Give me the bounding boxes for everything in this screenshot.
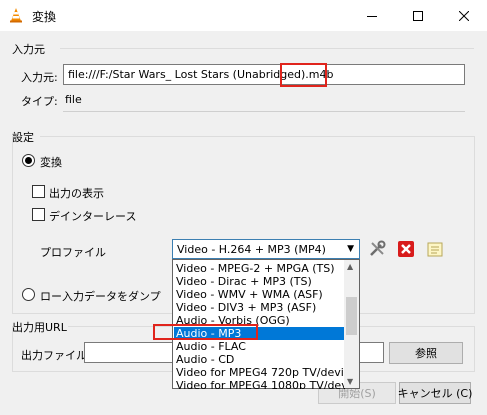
- dropdown-arrow-icon: ▼: [347, 244, 354, 254]
- window-title: 変換: [32, 10, 57, 24]
- source-group-label: 入力元: [12, 43, 45, 56]
- source-type-underline: [63, 111, 465, 112]
- profile-option[interactable]: Video for MPEG4 720p TV/device: [174, 366, 345, 379]
- profile-option[interactable]: Video - Dirac + MP3 (TS): [174, 275, 345, 288]
- source-type-label: タイプ:: [21, 95, 58, 108]
- dump-raw-radio[interactable]: [22, 288, 35, 301]
- profile-option[interactable]: Audio - FLAC: [174, 340, 345, 353]
- output-file-label: 出力ファイル:: [21, 349, 91, 362]
- source-input-label: 入力元:: [21, 71, 58, 84]
- close-icon: [459, 10, 469, 21]
- convert-label: 変換: [40, 156, 62, 169]
- deinterlace-checkbox[interactable]: [32, 208, 45, 221]
- new-profile-button[interactable]: [424, 238, 446, 260]
- maximize-button[interactable]: [395, 0, 441, 31]
- scroll-up-icon[interactable]: ▲: [347, 262, 353, 271]
- profile-option[interactable]: Video - WMV + WMA (ASF): [174, 288, 345, 301]
- settings-group-top-line: [40, 136, 475, 137]
- edit-profile-button[interactable]: [366, 238, 388, 260]
- delete-x-icon: [398, 241, 414, 257]
- delete-profile-button[interactable]: [395, 238, 417, 260]
- close-button[interactable]: [441, 0, 487, 31]
- profile-select[interactable]: Video - H.264 + MP3 (MP4) ▼: [172, 239, 360, 259]
- dropdown-scrollbar[interactable]: ▲ ▼: [344, 260, 359, 388]
- wrench-screwdriver-icon: [370, 240, 386, 256]
- profile-label: プロファイル: [40, 246, 106, 259]
- profile-option[interactable]: Video - DIV3 + MP3 (ASF): [174, 301, 345, 314]
- scroll-down-icon[interactable]: ▼: [347, 377, 353, 386]
- profile-option[interactable]: Video - MPEG-2 + MPGA (TS): [174, 262, 345, 275]
- annotation-box-audio-mp3: [153, 324, 258, 340]
- profile-option[interactable]: Audio - CD: [174, 353, 345, 366]
- scroll-thumb[interactable]: [346, 297, 357, 335]
- dump-raw-label: ロー入力データをダンプ: [40, 290, 161, 303]
- show-output-label: 出力の表示: [49, 187, 104, 200]
- source-type-value: file: [65, 93, 82, 106]
- convert-radio[interactable]: [22, 154, 35, 167]
- profile-option[interactable]: Video for MPEG4 1080p TV/device: [174, 379, 345, 389]
- new-profile-icon: [427, 242, 443, 257]
- minimize-icon: [367, 15, 377, 17]
- browse-button[interactable]: 参照: [389, 342, 463, 364]
- title-bar[interactable]: 変換: [0, 0, 487, 31]
- maximize-icon: [413, 10, 423, 21]
- profile-selected-value: Video - H.264 + MP3 (MP4): [177, 243, 326, 256]
- deinterlace-label: デインターレース: [49, 210, 137, 223]
- minimize-button[interactable]: [349, 0, 395, 31]
- source-group-divider: [60, 48, 474, 49]
- annotation-box-extension: [280, 63, 327, 87]
- cancel-button[interactable]: キャンセル (C): [398, 382, 472, 404]
- show-output-checkbox[interactable]: [32, 185, 45, 198]
- vlc-cone-icon: [10, 8, 22, 23]
- source-input[interactable]: file:///F:/Star Wars_ Lost Stars (Unabri…: [63, 64, 465, 85]
